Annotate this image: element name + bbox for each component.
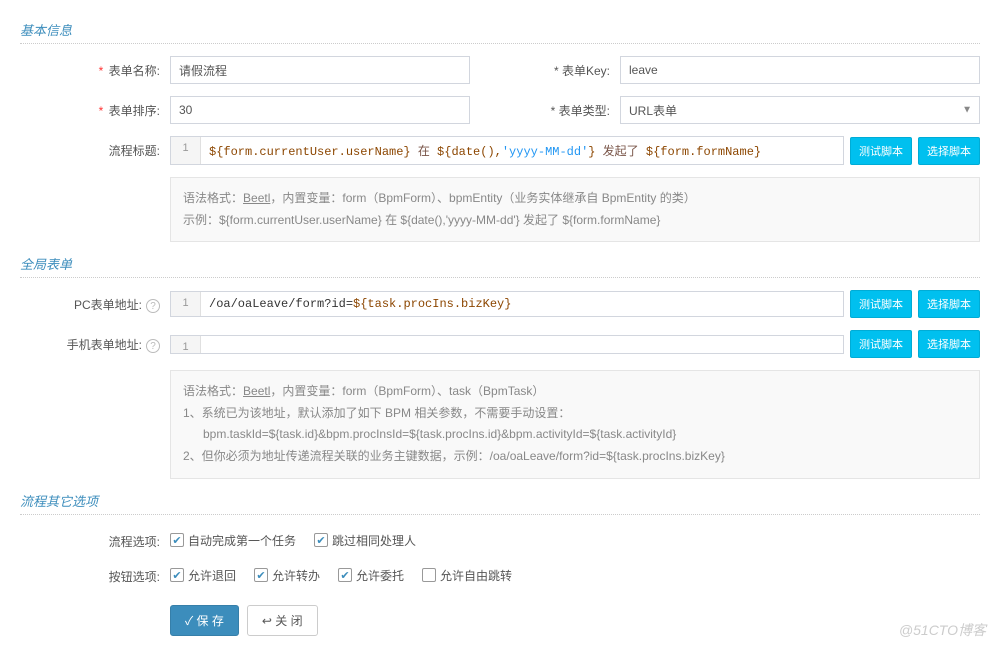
help-global: 语法格式：Beetl，内置变量：form（BpmForm）、task（BpmTa… [170, 370, 980, 478]
checkbox-item[interactable]: 允许自由跳转 [422, 567, 512, 584]
label-btn-option: 按钮选项: [20, 562, 170, 585]
test-script-button[interactable]: 测试脚本 [850, 330, 912, 358]
select-script-button[interactable]: 选择脚本 [918, 330, 980, 358]
label-form-sort: * 表单排序: [20, 96, 170, 119]
help-icon[interactable]: ? [146, 339, 160, 353]
input-form-name[interactable] [170, 56, 470, 84]
checkbox-icon: ✔ [314, 533, 328, 547]
checkbox-label: 允许委托 [356, 567, 404, 584]
section-other-title: 流程其它选项 [20, 491, 980, 515]
checkbox-item[interactable]: ✔ 允许委托 [338, 567, 404, 584]
checkbox-label: 允许退回 [188, 567, 236, 584]
input-form-key[interactable] [620, 56, 980, 84]
checkbox-icon: ✔ [170, 568, 184, 582]
checkbox-label: 跳过相同处理人 [332, 532, 416, 549]
code-proc-title[interactable]: 1 ${form.currentUser.userName} 在 ${date(… [170, 136, 844, 165]
checkbox-icon: ✔ [338, 568, 352, 582]
select-form-type[interactable] [620, 96, 980, 124]
code-mobile-url[interactable]: 1 [170, 335, 844, 354]
save-button[interactable]: ✓ 保 存 [170, 605, 239, 636]
close-button[interactable]: ↩ 关 闭 [247, 605, 318, 636]
checkbox-label: 允许自由跳转 [440, 567, 512, 584]
back-icon: ↩ [262, 614, 272, 628]
test-script-button[interactable]: 测试脚本 [850, 137, 912, 165]
test-script-button[interactable]: 测试脚本 [850, 290, 912, 318]
label-form-type: * 表单类型: [470, 96, 620, 124]
checkbox-item[interactable]: ✔ 允许退回 [170, 567, 236, 584]
label-proc-title: 流程标题: [20, 136, 170, 159]
label-mobile-form-url: 手机表单地址:? [20, 330, 170, 353]
input-form-sort[interactable] [170, 96, 470, 124]
label-form-key: * 表单Key: [470, 56, 620, 84]
select-script-button[interactable]: 选择脚本 [918, 137, 980, 165]
proc-option-group: ✔ 自动完成第一个任务 ✔ 跳过相同处理人 [170, 527, 416, 549]
btn-option-group: ✔ 允许退回 ✔ 允许转办 ✔ 允许委托 允许自由跳转 [170, 562, 512, 584]
check-icon: ✓ [185, 614, 193, 628]
checkbox-label: 允许转办 [272, 567, 320, 584]
checkbox-icon: ✔ [254, 568, 268, 582]
code-pc-url[interactable]: 1 /oa/oaLeave/form?id=${task.procIns.biz… [170, 291, 844, 317]
watermark: @51CTO博客 [899, 620, 986, 640]
checkbox-item[interactable]: ✔ 跳过相同处理人 [314, 532, 416, 549]
section-global-title: 全局表单 [20, 254, 980, 278]
help-icon[interactable]: ? [146, 299, 160, 313]
checkbox-icon: ✔ [170, 533, 184, 547]
checkbox-item[interactable]: ✔ 允许转办 [254, 567, 320, 584]
label-proc-option: 流程选项: [20, 527, 170, 550]
checkbox-icon [422, 568, 436, 582]
select-script-button[interactable]: 选择脚本 [918, 290, 980, 318]
code-gutter: 1 [171, 137, 201, 164]
checkbox-label: 自动完成第一个任务 [188, 532, 296, 549]
label-pc-form-url: PC表单地址:? [20, 290, 170, 313]
section-basic-title: 基本信息 [20, 20, 980, 44]
checkbox-item[interactable]: ✔ 自动完成第一个任务 [170, 532, 296, 549]
help-basic: 语法格式：Beetl，内置变量：form（BpmForm）、bpmEntity（… [170, 177, 980, 242]
label-form-name: * 表单名称: [20, 56, 170, 79]
